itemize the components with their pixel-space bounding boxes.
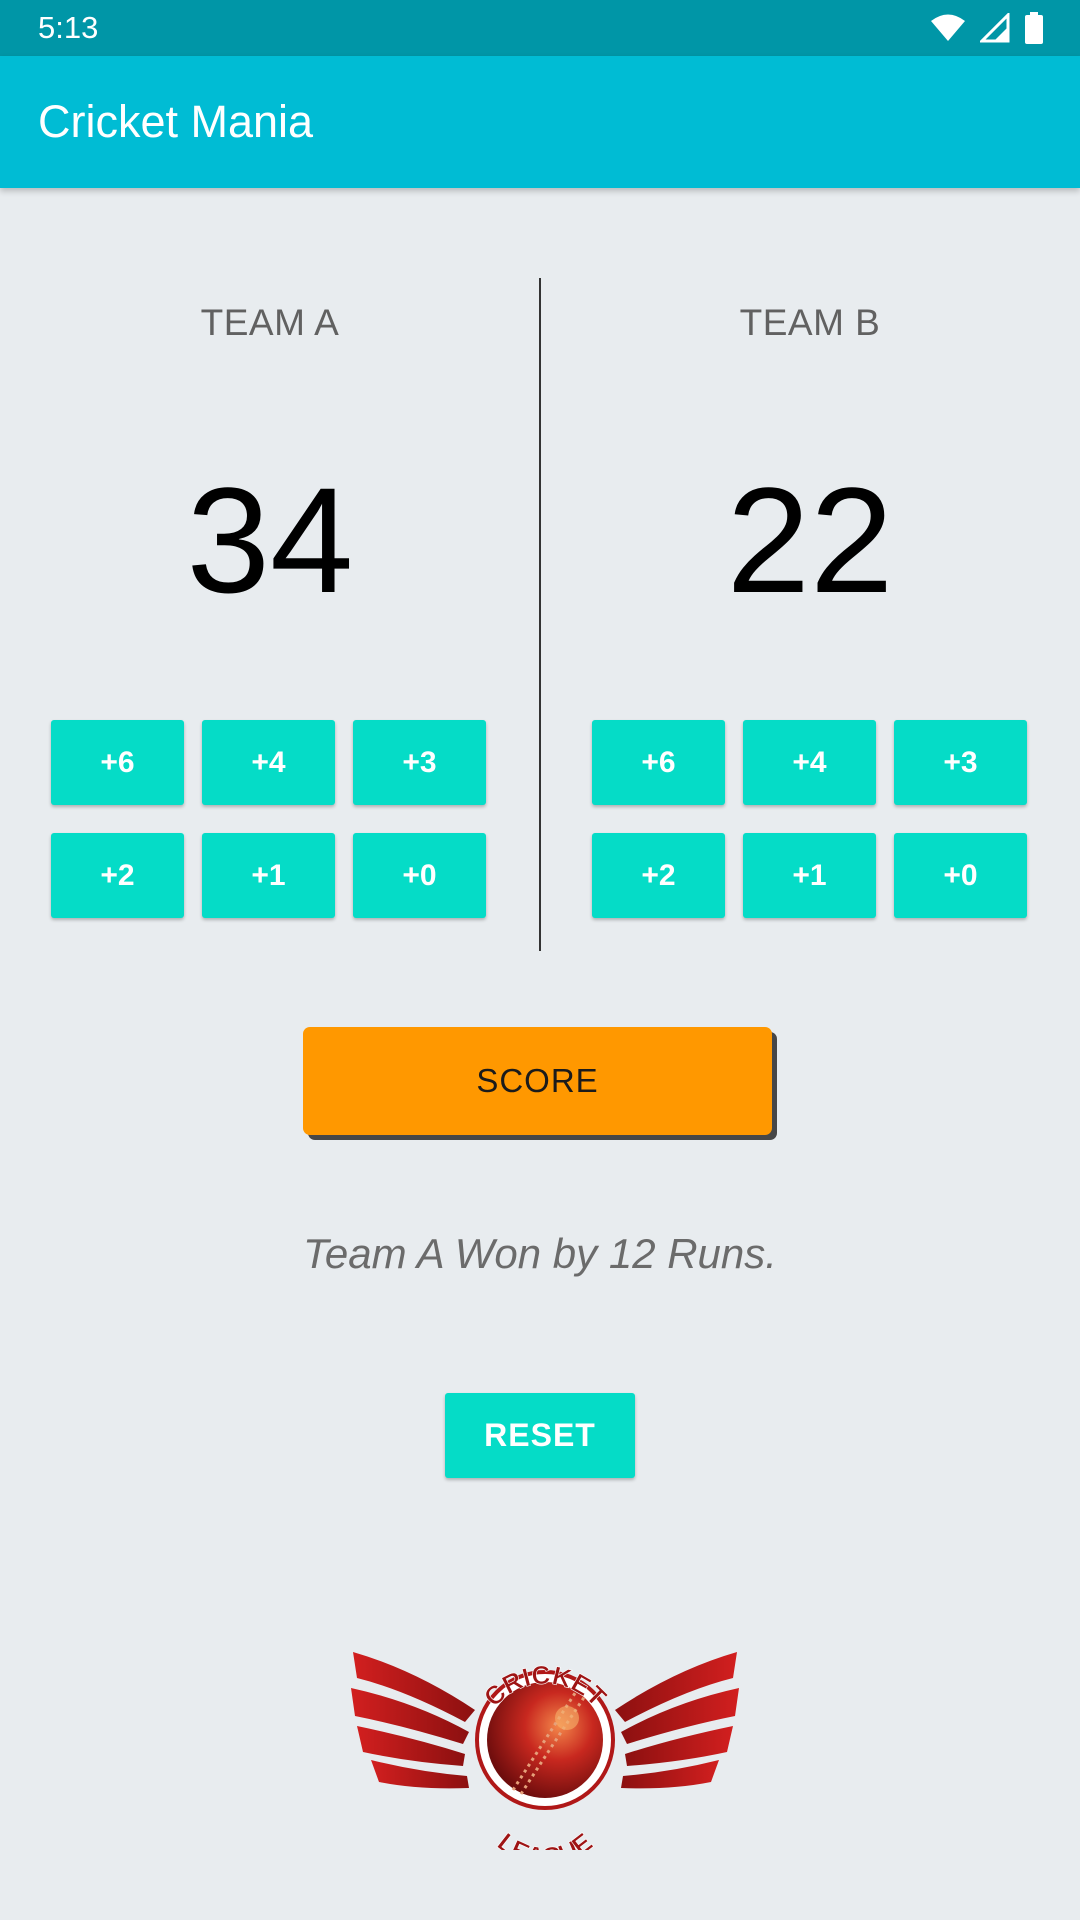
team-a-plus-6-button[interactable]: +6	[51, 720, 184, 805]
right-wing-icon	[615, 1652, 739, 1789]
team-a-run-buttons: +6 +4 +3 +2 +1 +0	[51, 720, 486, 918]
app-bar: Cricket Mania	[0, 56, 1080, 188]
signal-icon	[980, 13, 1010, 43]
status-icons	[930, 12, 1044, 44]
svg-text:LEAGUE: LEAGUE	[492, 1827, 598, 1850]
status-time: 5:13	[38, 10, 99, 45]
cricket-league-logo: CRICKET LEAGUE	[345, 1640, 745, 1872]
result-text: Team A Won by 12 Runs.	[303, 1230, 777, 1277]
team-b-plus-1-button[interactable]: +1	[743, 833, 876, 918]
team-a-plus-1-button[interactable]: +1	[202, 833, 335, 918]
team-a-plus-2-button[interactable]: +2	[51, 833, 184, 918]
team-b-plus-4-button[interactable]: +4	[743, 720, 876, 805]
team-b-panel: TEAM B 22 +6 +4 +3 +2 +1 +0	[540, 270, 1080, 950]
team-a-name: TEAM A	[200, 302, 340, 343]
team-b-plus-2-button[interactable]: +2	[592, 833, 725, 918]
team-a-plus-0-button[interactable]: +0	[353, 833, 486, 918]
team-b-run-buttons: +6 +4 +3 +2 +1 +0	[592, 720, 1027, 918]
score-button[interactable]: SCORE	[303, 1027, 772, 1135]
reset-button[interactable]: RESET	[445, 1393, 635, 1478]
battery-icon	[1024, 12, 1044, 44]
app-title: Cricket Mania	[38, 96, 314, 147]
app-screen: 5:13 Cricket Mania TEAM A 34 +6 +4 +3 +2…	[0, 0, 1080, 1920]
team-b-plus-0-button[interactable]: +0	[894, 833, 1027, 918]
left-wing-icon	[351, 1652, 475, 1789]
team-a-panel: TEAM A 34 +6 +4 +3 +2 +1 +0	[0, 270, 540, 950]
team-b-plus-3-button[interactable]: +3	[894, 720, 1027, 805]
wifi-icon	[930, 14, 966, 42]
team-a-plus-4-button[interactable]: +4	[202, 720, 335, 805]
team-b-name: TEAM B	[739, 302, 881, 343]
team-b-score: 22	[726, 456, 894, 624]
team-a-score: 34	[186, 456, 354, 624]
team-b-plus-6-button[interactable]: +6	[592, 720, 725, 805]
status-bar: 5:13	[0, 0, 1080, 56]
team-a-plus-3-button[interactable]: +3	[353, 720, 486, 805]
